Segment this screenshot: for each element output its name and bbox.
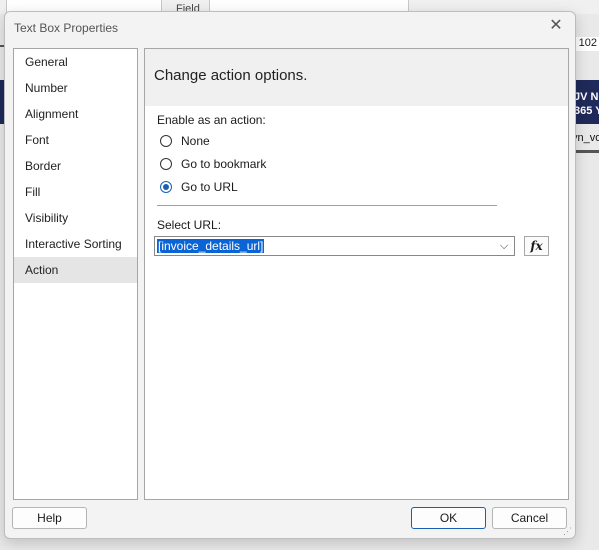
url-combobox[interactable]: [invoice_details_url] ⌵ (154, 236, 515, 256)
section-divider (157, 205, 497, 206)
sidebar-nav: General Number Alignment Font Border Fil… (13, 48, 138, 500)
panel-title: Change action options. (154, 67, 308, 84)
sidebar-item-font[interactable]: Font (14, 127, 137, 153)
select-url-label: Select URL: (157, 218, 222, 232)
sidebar-item-action[interactable]: Action (14, 257, 137, 283)
cancel-button[interactable]: Cancel (492, 507, 567, 529)
close-icon[interactable]: ✕ (547, 17, 565, 35)
url-value-text[interactable]: [invoice_details_url] (157, 239, 265, 253)
enable-action-label: Enable as an action: (157, 113, 266, 127)
background-number-cell: 102 (574, 37, 599, 51)
radio-bookmark-circle[interactable] (160, 158, 172, 170)
radio-bookmark-label: Go to bookmark (181, 157, 267, 171)
sidebar-item-general[interactable]: General (14, 49, 137, 75)
help-button[interactable]: Help (12, 507, 87, 529)
background-divider-right (572, 150, 599, 153)
radio-none-circle[interactable] (160, 135, 172, 147)
radio-url-circle[interactable] (160, 181, 172, 193)
sidebar-item-fill[interactable]: Fill (14, 179, 137, 205)
ok-button[interactable]: OK (411, 507, 486, 529)
chevron-down-icon[interactable]: ⌵ (497, 238, 511, 254)
radio-none[interactable]: None (160, 132, 210, 150)
resize-grip-icon[interactable]: ⋰ (563, 526, 573, 536)
background-header-text-2: 365 Y (574, 105, 599, 117)
sidebar-item-number[interactable]: Number (14, 75, 137, 101)
sidebar-item-alignment[interactable]: Alignment (14, 101, 137, 127)
expression-button[interactable]: fx (524, 236, 549, 256)
radio-go-to-bookmark[interactable]: Go to bookmark (160, 155, 266, 173)
sidebar-item-interactive-sorting[interactable]: Interactive Sorting (14, 231, 137, 257)
radio-none-label: None (181, 134, 210, 148)
text-box-properties-dialog: Text Box Properties ✕ General Number Ali… (4, 11, 576, 539)
sidebar-item-visibility[interactable]: Visibility (14, 205, 137, 231)
radio-go-to-url[interactable]: Go to URL (160, 178, 238, 196)
panel-header: Change action options. (145, 49, 568, 106)
background-field-cell: yn_vo (572, 132, 599, 144)
dialog-title: Text Box Properties (14, 21, 119, 35)
sidebar-item-border[interactable]: Border (14, 153, 137, 179)
background-header-cell: JV Nc 365 Y (572, 80, 599, 124)
radio-url-label: Go to URL (181, 180, 238, 194)
background-header-text-1: JV Nc (574, 91, 599, 103)
action-panel: Change action options. Enable as an acti… (144, 48, 569, 500)
